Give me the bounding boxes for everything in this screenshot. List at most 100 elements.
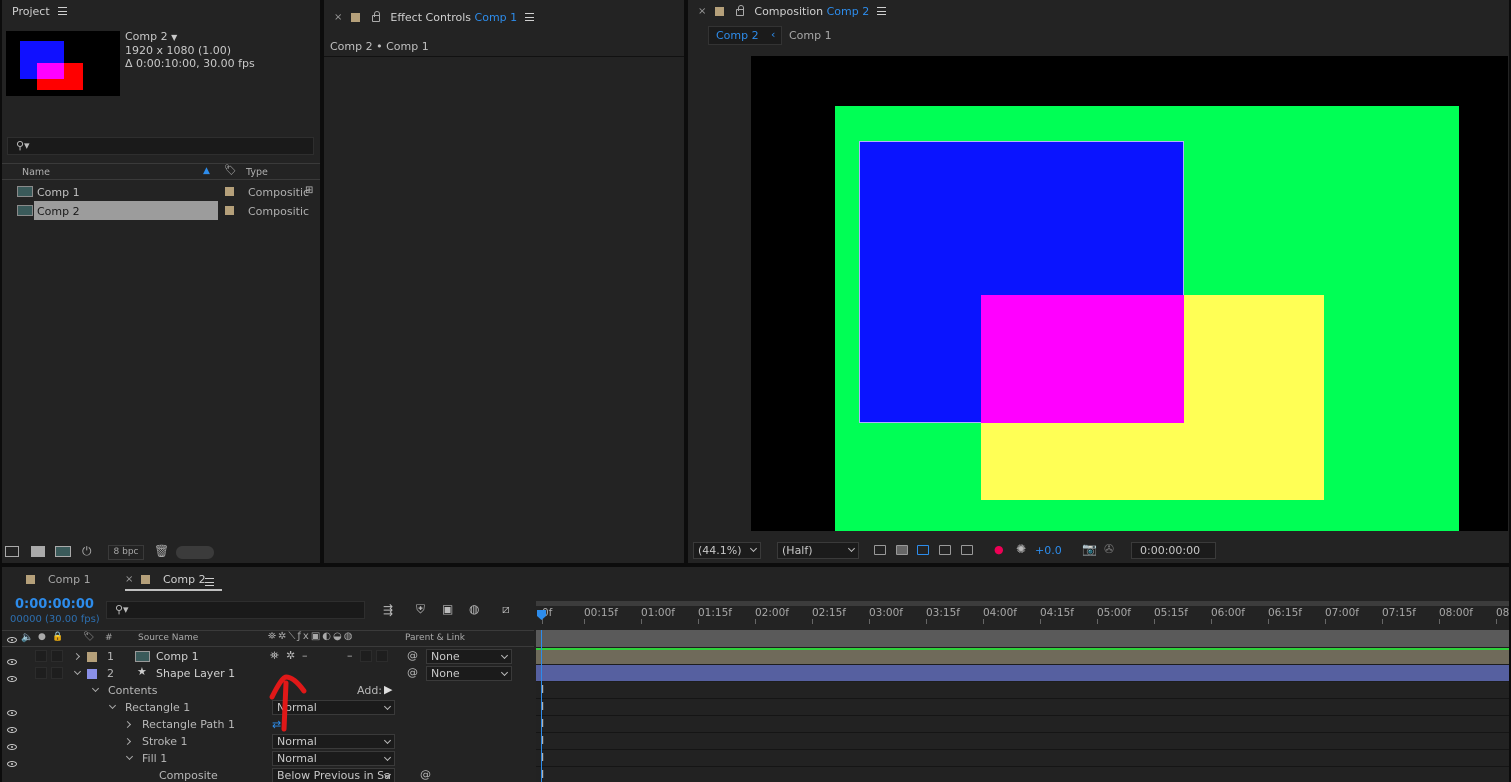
new-composition-icon[interactable] — [55, 546, 71, 557]
audio-toggle[interactable] — [35, 650, 47, 662]
render-icon[interactable]: ⏻ — [82, 544, 92, 559]
effect-controls-title[interactable]: Effect Controls Comp 1 — [390, 11, 517, 24]
parent-dropdown[interactable]: None — [426, 649, 512, 664]
close-icon[interactable]: × — [698, 6, 706, 17]
layer-name[interactable]: Shape Layer 1 — [156, 667, 235, 680]
property-row-fill-1[interactable]: Fill 1 Normal — [2, 750, 534, 767]
pick-whip-icon[interactable]: @ — [407, 666, 418, 679]
bpc-button[interactable]: 8 bpc — [108, 545, 144, 560]
visibility-eye-icon[interactable] — [7, 658, 17, 665]
3d-toggle[interactable] — [376, 650, 388, 662]
composition-title[interactable]: Composition Comp 2 — [754, 5, 869, 18]
collapse-transform-icon[interactable]: ⛯ — [270, 649, 279, 663]
parent-dropdown[interactable]: None — [426, 666, 512, 681]
transparency-grid-icon[interactable] — [896, 545, 908, 555]
visibility-eye-icon[interactable] — [7, 675, 17, 682]
resolution-dropdown[interactable]: (Half) — [777, 542, 859, 559]
color-channels-icon[interactable]: ● — [994, 543, 1004, 556]
property-row-stroke-1[interactable]: Stroke 1 Normal — [2, 733, 534, 750]
lock-switch-icon[interactable]: 🔒 — [52, 632, 63, 642]
trash-icon[interactable]: 🗑 — [154, 544, 169, 558]
close-icon[interactable]: × — [334, 12, 342, 23]
lock-icon[interactable] — [736, 5, 745, 16]
composition-flowchart-icon[interactable]: ⇶ — [383, 603, 393, 617]
visibility-eye-icon[interactable] — [7, 726, 17, 733]
solo-toggle[interactable] — [51, 650, 63, 662]
time-ruler[interactable]: 0f 00:15f 01:00f 01:15f 02:00f 02:15f 03:00f 03… — [536, 597, 1509, 630]
layer-row-comp-1[interactable]: 1 Comp 1 ⛯ ✲ – – @ None — [2, 648, 534, 665]
column-source-name[interactable]: Source Name — [138, 633, 198, 643]
motion-blur-icon[interactable]: ◍ — [469, 602, 479, 616]
pick-whip-icon[interactable]: @ — [420, 768, 431, 781]
project-search-input[interactable]: ⚲▾ — [7, 137, 314, 155]
new-folder-icon[interactable] — [31, 546, 45, 557]
label-tag-icon[interactable]: 🏷 — [83, 632, 94, 642]
blend-mode-dropdown[interactable]: Normal — [272, 751, 395, 766]
comp-viewer-canvas[interactable] — [751, 56, 1508, 531]
pick-whip-icon[interactable]: @ — [407, 649, 418, 662]
expand-chevron-icon[interactable] — [123, 720, 132, 729]
timeline-current-time[interactable]: 0:00:00:00 — [15, 597, 94, 612]
quality-dash-icon[interactable]: – — [302, 649, 308, 662]
panel-menu-icon[interactable] — [57, 7, 67, 15]
column-parent-link[interactable]: Parent & Link — [405, 633, 465, 643]
project-item-comp-1[interactable]: Comp 1 Compositic ⊞ — [2, 183, 320, 201]
quality-icon[interactable]: ✲ — [286, 649, 295, 662]
solo-switch-icon[interactable]: ● — [38, 632, 46, 642]
exposure-reset-icon[interactable]: ✺ — [1016, 542, 1026, 556]
snapshot-camera-icon[interactable]: 📷 — [1082, 542, 1097, 556]
expand-chevron-icon[interactable] — [72, 652, 81, 661]
project-scrollbar[interactable] — [176, 546, 214, 559]
collapse-chevron-icon[interactable] — [73, 667, 82, 676]
zoom-dropdown[interactable]: (44.1%) — [693, 542, 761, 559]
tab-comp-1[interactable]: Comp 1 — [789, 29, 832, 42]
column-number[interactable]: # — [105, 633, 113, 643]
add-menu-icon[interactable]: ▶ — [384, 683, 392, 696]
fast-preview-icon[interactable] — [874, 545, 886, 555]
solo-toggle[interactable] — [51, 667, 63, 679]
column-type[interactable]: Type — [246, 167, 268, 178]
shy-layers-icon[interactable]: ▣ — [442, 602, 453, 616]
timeline-search-input[interactable]: ⚲▾ — [106, 601, 365, 619]
project-panel-title[interactable]: Project — [12, 5, 50, 18]
property-row-composite[interactable]: Composite Below Previous in Sa @ — [2, 767, 534, 782]
column-name[interactable]: Name — [22, 167, 50, 178]
panel-menu-icon[interactable] — [525, 13, 535, 21]
track-bar-comp-1[interactable] — [536, 648, 1509, 664]
graph-editor-icon[interactable]: ⧄ — [502, 602, 510, 617]
track-bar-shape-layer-1[interactable] — [536, 665, 1509, 681]
comp-info-name[interactable]: Comp 2 ▼ — [125, 30, 255, 44]
label-tag-icon[interactable]: 🏷 — [224, 165, 237, 176]
tab-comp-1[interactable]: Comp 1 — [48, 573, 91, 586]
video-switch-icon[interactable] — [7, 637, 17, 643]
blend-mode-dropdown[interactable]: Normal — [272, 734, 395, 749]
panel-menu-icon[interactable] — [877, 7, 887, 15]
interpret-footage-icon[interactable] — [5, 546, 19, 557]
sort-ascending-icon[interactable]: ▲ — [203, 166, 210, 176]
layer-name[interactable]: Comp 1 — [156, 650, 199, 663]
composite-dropdown[interactable]: Below Previous in Sa — [272, 768, 395, 782]
visibility-eye-icon[interactable] — [7, 760, 17, 767]
project-item-comp-2[interactable]: Comp 2 Compositic — [2, 201, 320, 220]
flowchart-icon[interactable]: ⊞ — [305, 185, 313, 196]
collapse-chevron-icon[interactable] — [125, 752, 134, 761]
adjustment-toggle[interactable] — [360, 650, 372, 662]
expand-chevron-icon[interactable] — [123, 737, 132, 746]
close-icon[interactable]: × — [125, 574, 133, 585]
audio-toggle[interactable] — [35, 667, 47, 679]
collapse-chevron-icon[interactable] — [91, 684, 100, 693]
show-snapshot-icon[interactable]: ✇ — [1104, 542, 1114, 556]
current-time-field[interactable]: 0:00:00:00 — [1131, 542, 1216, 559]
visibility-eye-icon[interactable] — [7, 709, 17, 716]
tab-comp-2[interactable]: Comp 2 — [163, 573, 206, 586]
visibility-eye-icon[interactable] — [7, 743, 17, 750]
lock-icon[interactable] — [372, 11, 381, 22]
grid-guides-icon[interactable] — [961, 545, 973, 555]
exposure-value[interactable]: +0.0 — [1035, 544, 1062, 557]
region-of-interest-icon[interactable] — [939, 545, 951, 555]
collapse-chevron-icon[interactable] — [108, 701, 117, 710]
draft-3d-icon[interactable]: ⛨ — [416, 602, 425, 617]
mask-visibility-icon[interactable] — [917, 545, 929, 555]
panel-menu-icon[interactable] — [205, 578, 214, 586]
audio-switch-icon[interactable]: 🔈 — [21, 632, 33, 643]
